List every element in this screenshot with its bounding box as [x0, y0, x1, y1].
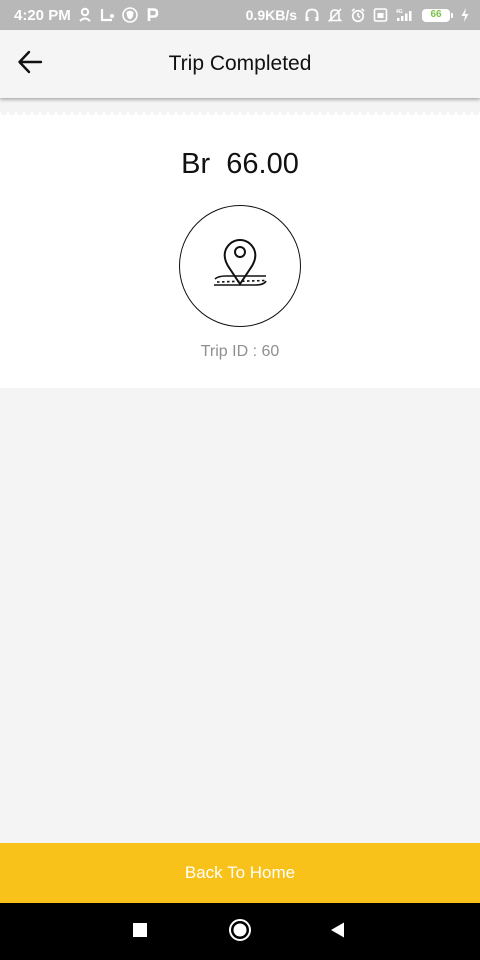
home-icon — [228, 918, 252, 947]
trip-summary-card: Br 66.00 Trip ID : 60 — [0, 112, 480, 388]
alarm-off-icon — [327, 7, 343, 23]
battery-tip — [451, 12, 453, 18]
status-bar-right: 0.9KB/s 4G 66 — [246, 7, 470, 23]
p-icon — [145, 7, 159, 23]
signal-icon: 4G — [395, 7, 415, 23]
status-bar: 4:20 PM 0.9KB/s 4G 66 — [0, 0, 480, 30]
trip-id: Trip ID : 60 — [200, 343, 280, 360]
map-pin-route-icon — [208, 232, 272, 301]
charging-icon — [460, 7, 470, 23]
fare-amount: Br 66.00 — [181, 148, 299, 180]
recent-apps-icon — [132, 922, 148, 943]
network-speed: 0.9KB/s — [245, 7, 297, 23]
route-icon — [99, 7, 115, 23]
back-triangle-icon — [329, 921, 347, 944]
trip-illustration — [179, 205, 301, 327]
card-scalloped-edge — [0, 112, 480, 122]
sim-icon — [373, 7, 388, 23]
battery-level: 66 — [422, 8, 450, 22]
battery-icon: 66 — [422, 8, 453, 22]
app-bar: Trip Completed — [0, 30, 480, 98]
headset-icon — [304, 7, 320, 23]
status-time: 4:20 PM — [14, 6, 71, 24]
back-button[interactable] — [12, 46, 48, 82]
recent-apps-button[interactable] — [125, 917, 155, 947]
svg-text:4G: 4G — [396, 9, 403, 15]
location-person-icon — [78, 7, 92, 23]
shield-icon — [121, 7, 138, 23]
back-nav-button[interactable] — [323, 917, 353, 947]
home-nav-button[interactable] — [225, 917, 255, 947]
page-title: Trip Completed — [168, 52, 312, 75]
arrow-left-icon — [16, 48, 44, 81]
alarm-icon — [350, 7, 366, 23]
status-bar-left: 4:20 PM — [14, 7, 159, 24]
back-to-home-button[interactable]: Back To Home — [0, 843, 480, 903]
navigation-bar — [0, 903, 480, 960]
